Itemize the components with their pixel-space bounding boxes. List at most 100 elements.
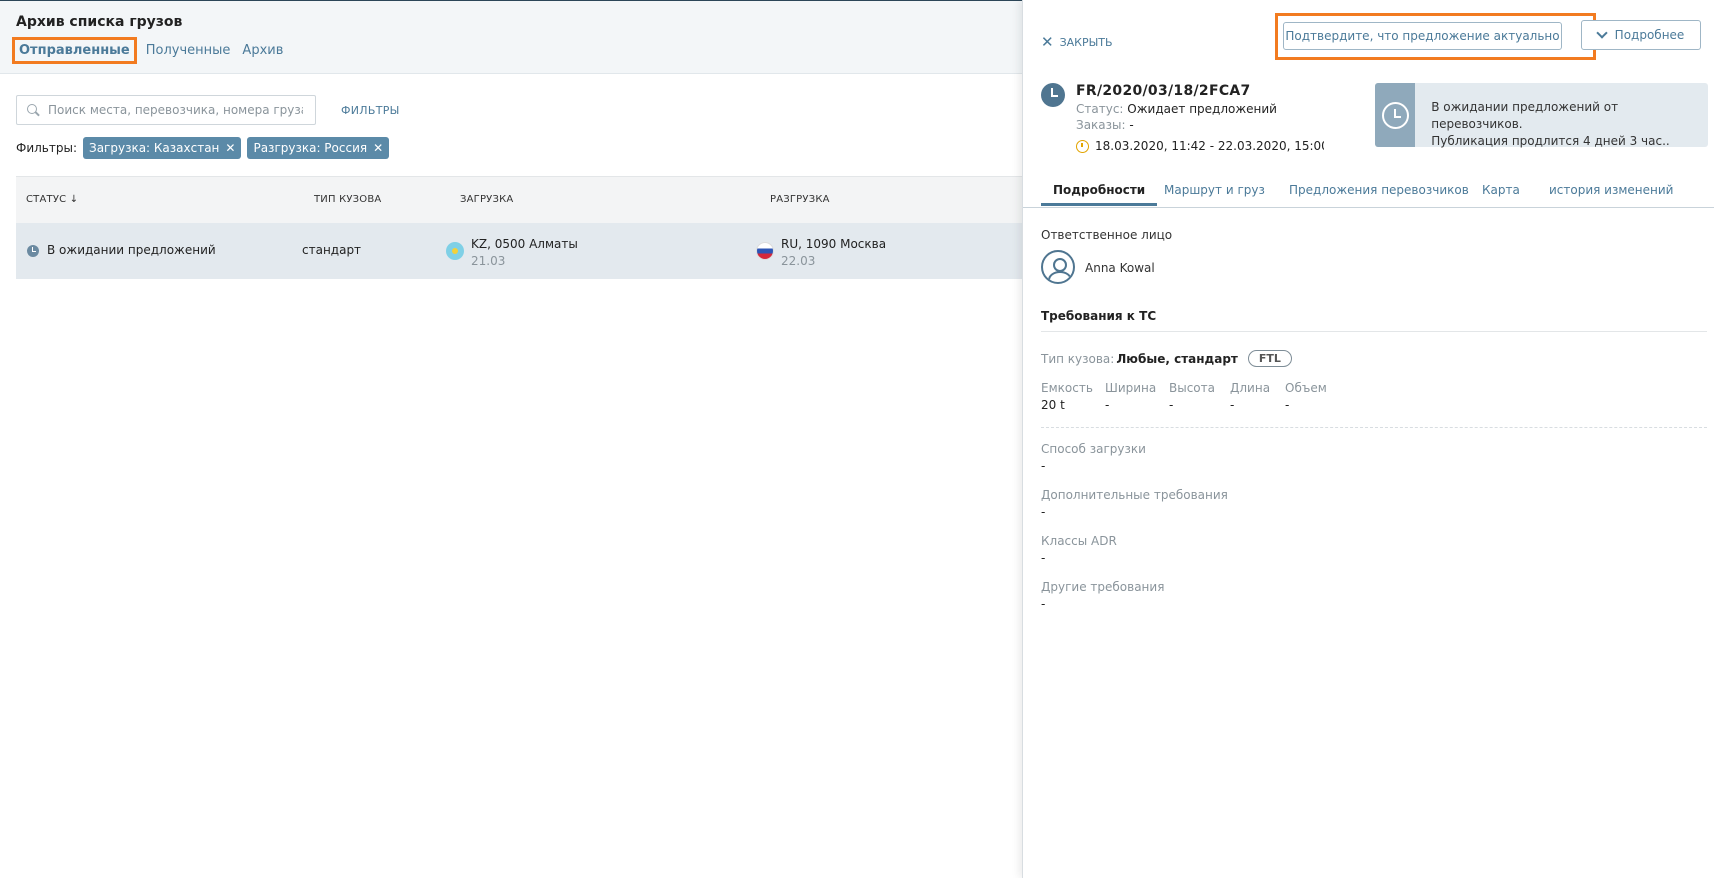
tab-received[interactable]: Полученные [143,37,234,64]
page-header: Архив списка грузов Отправленные Получен… [0,1,1022,74]
orders-value: - [1129,118,1134,132]
cargo-list-area: Архив списка грузов Отправленные Получен… [0,0,1022,878]
date-range-text: 18.03.2020, 11:42 - 22.03.2020, 15:00 [1095,139,1324,153]
field-label: Другие требования [1041,580,1165,594]
spec-label: Объем [1285,381,1327,395]
requirements-title: Требования к ТС [1041,309,1157,323]
field-label: Классы ADR [1041,534,1117,548]
chevron-down-icon [1596,27,1608,39]
clock-icon [1382,102,1409,129]
body-type-value: Любые, стандарт [1116,351,1238,366]
field-value: - [1041,505,1046,519]
table-header: СТАТУС ↓ ТИП КУЗОВА ЗАГРУЗКА РАЗГРУЗКА [16,176,1022,223]
active-filters: Фильтры: Загрузка: Казахстан ✕ Разгрузка… [16,137,395,159]
spec-value: - [1285,398,1290,412]
remove-filter-icon[interactable]: ✕ [373,141,383,155]
close-icon: ✕ [1041,33,1054,51]
more-button[interactable]: Подробнее [1581,20,1701,50]
close-label: ЗАКРЫТЬ [1059,35,1113,49]
table-row[interactable]: В ожидании предложений стандарт KZ, 0500… [16,223,1022,279]
field-value: - [1041,459,1046,473]
unloading-date: 22.03 [781,254,816,268]
field-label: Способ загрузки [1041,442,1146,456]
clock-icon [27,244,39,257]
status-label: Статус: [1076,102,1124,116]
spec-value: - [1105,398,1110,412]
responsible-label: Ответственное лицо [1041,228,1173,242]
loading-place: KZ, 0500 Алматы [471,237,578,251]
loading-cell: KZ, 0500 Алматы 21.03 [471,236,578,270]
search-icon [27,103,40,117]
divider [1041,331,1707,332]
filter-chip-label: Разгрузка: Россия [253,141,368,155]
column-header-status[interactable]: СТАТУС ↓ [26,194,78,205]
loading-date: 21.03 [471,254,506,268]
unloading-place: RU, 1090 Москва [781,237,887,251]
divider [1041,427,1707,428]
info-line-2: Публикация продлится 4 дней 3 час.. [1431,134,1670,148]
more-label: Подробнее [1614,28,1685,42]
filters-link[interactable]: ФИЛЬТРЫ [341,104,400,117]
additional-requirements: Дополнительные требования - [1041,488,1228,519]
search-input[interactable] [48,103,303,117]
field-label: Дополнительные требования [1041,488,1228,502]
ftl-badge: FTL [1247,350,1292,367]
body-type-row: Тип кузова: Любые, стандарт FTL [1041,350,1292,367]
adr-classes: Классы ADR - [1041,534,1117,565]
other-requirements: Другие требования - [1041,580,1164,611]
waiting-info-box: В ожидании предложений от перевозчиков. … [1375,83,1708,148]
spec-value: 20 t [1041,398,1065,412]
field-value: - [1041,597,1046,611]
tab-map[interactable]: Карта [1482,183,1520,197]
tab-archive[interactable]: Архив [239,37,286,64]
clock-icon [1041,83,1065,107]
filters-label: Фильтры: [16,141,77,155]
column-header-body-type: ТИП КУЗОВА [314,194,382,205]
cargo-reference: FR/2020/03/18/2FCA7 [1076,83,1251,99]
ru-flag-icon [756,242,774,260]
confirm-highlight: Подтвердите, что предложение актуально [1275,13,1596,60]
info-box-icon-area [1375,83,1416,147]
detail-panel: ✕ ЗАКРЫТЬ Подтвердите, что предложение а… [1022,0,1714,878]
orders-label: Заказы: [1076,118,1126,132]
info-box-text: В ожидании предложений от перевозчиков. … [1415,83,1708,148]
list-tabs: Отправленные Полученные Архив [12,37,292,64]
status-text: В ожидании предложений [47,243,216,257]
filter-chip-loading: Загрузка: Казахстан ✕ [83,137,242,159]
orders-line: Заказы: - [1076,118,1134,132]
panel-tabs: Подробности Маршрут и груз Предложения п… [1023,178,1714,208]
loading-method: Способ загрузки - [1041,442,1146,473]
search-box [16,95,316,125]
spec-volume: Объем - [1285,381,1327,412]
spec-width: Ширина - [1105,381,1156,412]
filter-chip-label: Загрузка: Казахстан [89,141,220,155]
page-title: Архив списка грузов [16,14,183,30]
status-value: Ожидает предложений [1127,102,1277,116]
tab-history[interactable]: история изменений [1549,183,1673,197]
field-value: - [1041,551,1046,565]
spec-label: Длина [1230,381,1271,395]
stopwatch-icon [1076,139,1089,153]
spec-height: Высота - [1169,381,1215,412]
close-button[interactable]: ✕ ЗАКРЫТЬ [1041,33,1113,51]
cargo-table: СТАТУС ↓ ТИП КУЗОВА ЗАГРУЗКА РАЗГРУЗКА В… [16,176,1022,279]
spec-label: Ширина [1105,381,1157,395]
spec-label: Высота [1169,381,1215,395]
spec-capacity: Емкость 20 t [1041,381,1093,412]
tab-route-cargo[interactable]: Маршрут и груз [1164,183,1265,197]
info-line-1: В ожидании предложений от перевозчиков. [1431,100,1619,131]
tab-carrier-offers[interactable]: Предложения перевозчиков [1289,183,1469,197]
spec-length: Длина - [1230,381,1270,412]
body-type-cell: стандарт [302,243,362,257]
unloading-cell: RU, 1090 Москва 22.03 [781,236,886,270]
filter-chip-unloading: Разгрузка: Россия ✕ [247,137,390,159]
remove-filter-icon[interactable]: ✕ [225,141,235,155]
confirm-offer-button[interactable]: Подтвердите, что предложение актуально [1283,22,1562,50]
avatar [1041,250,1075,284]
tab-details[interactable]: Подробности [1041,183,1158,206]
date-range: 18.03.2020, 11:42 - 22.03.2020, 15:00 [1076,139,1324,153]
tab-sent[interactable]: Отправленные [12,37,137,64]
status-line: Статус: Ожидает предложений [1076,102,1277,116]
responsible-name: Anna Kowal [1085,261,1155,275]
column-header-loading: ЗАГРУЗКА [460,194,514,205]
